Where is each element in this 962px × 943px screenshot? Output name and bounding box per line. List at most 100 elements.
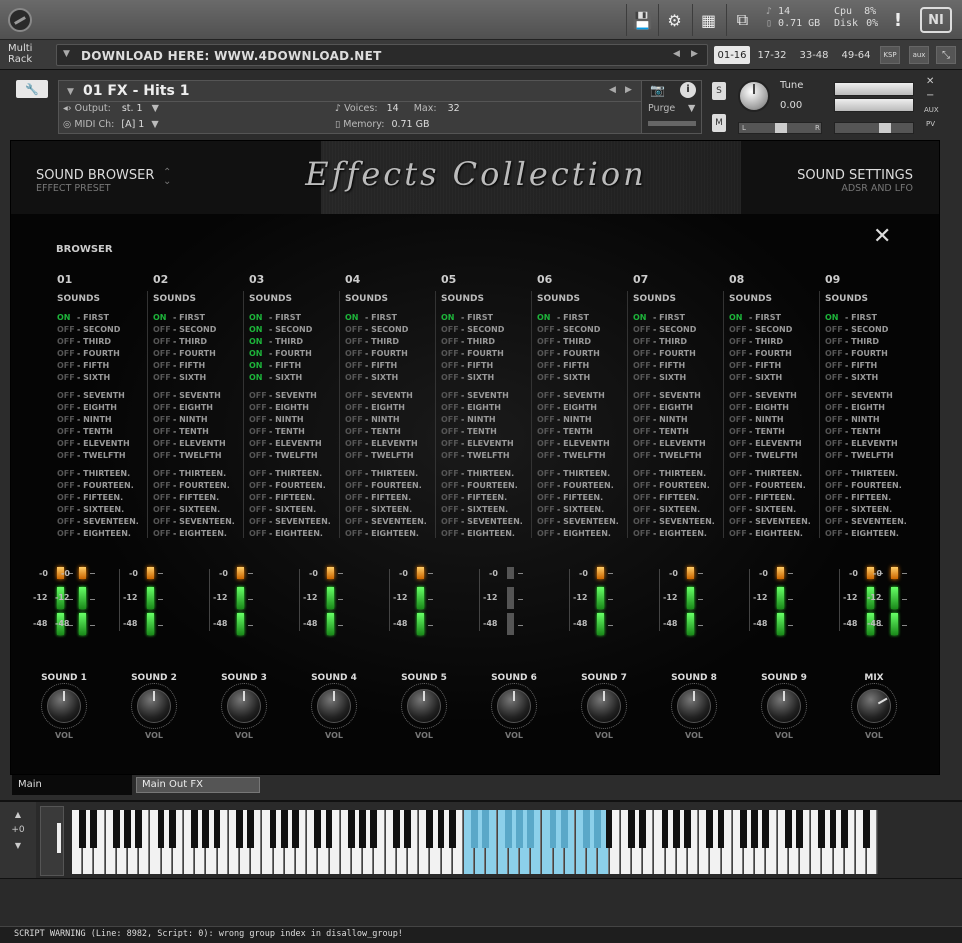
sound-toggle[interactable]: OFF - SEVENTEEN.	[153, 516, 245, 528]
sound-toggle[interactable]: OFF - EIGHTH	[57, 402, 149, 414]
chevron-down-icon[interactable]: ▼	[152, 103, 159, 114]
sound-toggle[interactable]: OFF - ELEVENTH	[537, 438, 629, 450]
sound-toggle[interactable]: OFF - FIFTEEN.	[153, 492, 245, 504]
black-key[interactable]	[202, 810, 210, 848]
black-key[interactable]	[829, 810, 837, 848]
black-key[interactable]	[482, 810, 490, 848]
sound-toggle[interactable]: OFF - ELEVENTH	[441, 438, 533, 450]
black-key[interactable]	[392, 810, 400, 848]
minimize-icon[interactable]: −	[926, 90, 934, 101]
black-key[interactable]	[247, 810, 254, 848]
volume-knob[interactable]	[491, 683, 537, 729]
sound-toggle[interactable]: OFF - FOURTEEN.	[729, 480, 821, 492]
sound-toggle[interactable]: OFF - SEVENTH	[633, 390, 725, 402]
black-key[interactable]	[236, 810, 243, 848]
sound-toggle[interactable]: OFF - ELEVENTH	[345, 438, 437, 450]
sound-toggle[interactable]: OFF - TENTH	[249, 426, 341, 438]
sound-toggle[interactable]: OFF - EIGHTEEN.	[537, 528, 629, 540]
rack-name-field[interactable]: ▼ DOWNLOAD HERE: WWW.4DOWNLOAD.NET ◀ ▶	[56, 44, 708, 66]
sound-toggle[interactable]: OFF - FIFTH	[825, 360, 917, 372]
sound-toggle[interactable]: OFF - SIXTH	[537, 372, 629, 384]
black-key[interactable]	[437, 810, 445, 848]
kontakt-logo-icon[interactable]	[8, 8, 32, 32]
sound-toggle[interactable]: OFF - NINTH	[633, 414, 725, 426]
midi-row[interactable]: ◎ MIDI Ch: [A] 1 ▼	[63, 119, 159, 130]
sound-toggle[interactable]: OFF - EIGHTH	[729, 402, 821, 414]
black-key[interactable]	[661, 810, 669, 848]
black-key[interactable]	[560, 810, 568, 848]
minimize-view-icon[interactable]: ⧉	[726, 4, 758, 36]
sound-toggle[interactable]: OFF - SIXTH	[729, 372, 821, 384]
sound-toggle[interactable]: OFF - FOURTEEN.	[345, 480, 437, 492]
sound-toggle[interactable]: OFF - EIGHTEEN.	[153, 528, 245, 540]
sound-toggle[interactable]: ON - FIRST	[345, 312, 437, 324]
black-key[interactable]	[863, 810, 870, 848]
sound-toggle[interactable]: OFF - SEVENTEEN.	[537, 516, 629, 528]
sound-toggle[interactable]: OFF - NINTH	[537, 414, 629, 426]
pitch-mod-strip[interactable]	[40, 806, 64, 876]
sound-toggle[interactable]: OFF - FOURTEEN.	[825, 480, 917, 492]
sound-toggle[interactable]: OFF - SECOND	[57, 324, 149, 336]
sound-toggle[interactable]: OFF - FOURTEEN.	[441, 480, 533, 492]
sound-toggle[interactable]: OFF - NINTH	[153, 414, 245, 426]
chevron-down-icon[interactable]: ▼	[63, 49, 70, 59]
sound-toggle[interactable]: OFF - THIRD	[537, 336, 629, 348]
black-key[interactable]	[157, 810, 165, 848]
sound-toggle[interactable]: OFF - SIXTEEN.	[345, 504, 437, 516]
black-key[interactable]	[628, 810, 635, 848]
black-key[interactable]	[605, 810, 613, 848]
sound-toggle[interactable]: OFF - TWELFTH	[441, 450, 533, 462]
sound-toggle[interactable]: OFF - TWELFTH	[633, 450, 725, 462]
sound-toggle[interactable]: OFF - SEVENTH	[825, 390, 917, 402]
sound-toggle[interactable]: OFF - FIFTEEN.	[57, 492, 149, 504]
sound-toggle[interactable]: ON - FIRST	[633, 312, 725, 324]
sound-toggle[interactable]: OFF - FIFTH	[537, 360, 629, 372]
volume-knob[interactable]	[851, 683, 897, 729]
sound-toggle[interactable]: OFF - THIRD	[825, 336, 917, 348]
sound-toggle[interactable]: OFF - SIXTEEN.	[633, 504, 725, 516]
sound-toggle[interactable]: OFF - THIRTEEN.	[345, 468, 437, 480]
black-key[interactable]	[583, 810, 590, 848]
sound-toggle[interactable]: OFF - NINTH	[825, 414, 917, 426]
volume-knob[interactable]	[311, 683, 357, 729]
black-key[interactable]	[784, 810, 792, 848]
sound-toggle[interactable]: OFF - FOURTH	[57, 348, 149, 360]
tune-value[interactable]: 0.00	[780, 100, 802, 111]
sound-toggle[interactable]: OFF - SIXTH	[441, 372, 533, 384]
sound-toggle[interactable]: OFF - TWELFTH	[537, 450, 629, 462]
pan-slider[interactable]: L R	[738, 122, 822, 134]
black-key[interactable]	[751, 810, 758, 848]
layout-icon[interactable]: ▦	[692, 4, 724, 36]
sound-toggle[interactable]: OFF - FOURTH	[537, 348, 629, 360]
sound-toggle[interactable]: OFF - SIXTEEN.	[249, 504, 341, 516]
sound-toggle[interactable]: OFF - SECOND	[537, 324, 629, 336]
close-browser-icon[interactable]: ✕	[873, 226, 893, 248]
sound-toggle[interactable]: OFF - THIRD	[345, 336, 437, 348]
pan-handle[interactable]	[775, 123, 787, 133]
purge-button[interactable]: Purge	[648, 103, 675, 114]
ksp-button[interactable]: KSP	[880, 46, 900, 64]
sound-toggle[interactable]: OFF - TENTH	[345, 426, 437, 438]
sound-toggle[interactable]: OFF - SIXTH	[153, 372, 245, 384]
sound-toggle[interactable]: ON - FIRST	[729, 312, 821, 324]
sound-toggle[interactable]: ON - FIRST	[537, 312, 629, 324]
volume-slider[interactable]	[834, 122, 914, 134]
sound-toggle[interactable]: OFF - FOURTH	[441, 348, 533, 360]
sound-toggle[interactable]: OFF - THIRTEEN.	[825, 468, 917, 480]
sound-toggle[interactable]: OFF - SIXTH	[825, 372, 917, 384]
sound-toggle[interactable]: OFF - FIFTH	[345, 360, 437, 372]
sound-toggle[interactable]: OFF - FOURTH	[153, 348, 245, 360]
sound-toggle[interactable]: OFF - SEVENTEEN.	[633, 516, 725, 528]
warning-icon[interactable]: !	[882, 4, 914, 36]
volume-knob[interactable]	[761, 683, 807, 729]
sound-toggle[interactable]: OFF - THIRTEEN.	[153, 468, 245, 480]
sound-toggle[interactable]: OFF - TENTH	[441, 426, 533, 438]
sound-toggle[interactable]: ON - FIRST	[825, 312, 917, 324]
black-key[interactable]	[740, 810, 747, 848]
sound-toggle[interactable]: OFF - SECOND	[441, 324, 533, 336]
sound-toggle[interactable]: OFF - TWELFTH	[345, 450, 437, 462]
sound-settings-button[interactable]: SOUND SETTINGS ADSR AND LFO	[797, 168, 913, 194]
sound-toggle[interactable]: ON - SIXTH	[249, 372, 341, 384]
sound-toggle[interactable]: OFF - SIXTH	[57, 372, 149, 384]
sound-toggle[interactable]: OFF - NINTH	[57, 414, 149, 426]
